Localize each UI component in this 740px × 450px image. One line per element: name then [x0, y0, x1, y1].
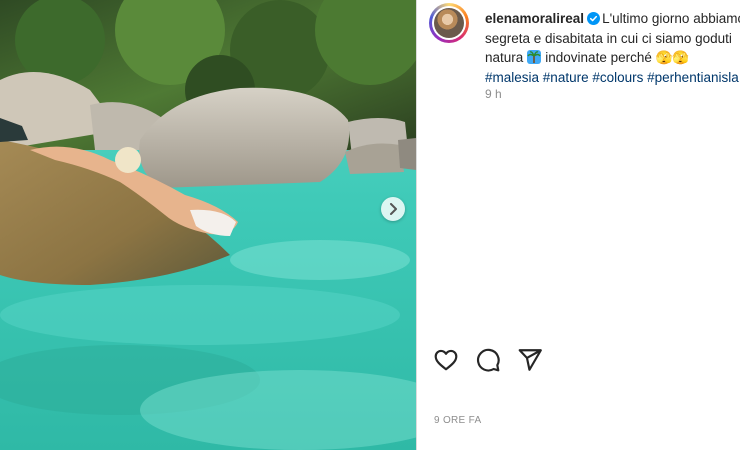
caption-text-line2: segreta e disabitata in cui ci siamo god…	[485, 30, 732, 46]
avatar[interactable]	[429, 3, 469, 43]
next-photo-button[interactable]	[381, 197, 405, 221]
post-photo	[0, 0, 416, 450]
chevron-right-icon	[390, 203, 397, 215]
caption-text-line3b: indovinate perché 🫣🫣	[545, 50, 690, 65]
post-details-panel: elenamoralireal L'ultimo giorno abbiamo s…	[416, 0, 740, 450]
hashtag-link[interactable]: #colours	[592, 70, 643, 85]
heart-icon	[434, 349, 458, 371]
comment-icon	[477, 348, 500, 372]
like-button[interactable]	[433, 347, 459, 373]
share-button[interactable]	[517, 347, 543, 373]
hashtag-link[interactable]: #perhentianisla	[647, 70, 739, 85]
caption-text-line1: L'ultimo giorno abbiamo	[602, 11, 740, 26]
hashtag-link[interactable]: #nature	[543, 70, 589, 85]
post-caption: elenamoralireal L'ultimo giorno abbiamo s…	[485, 9, 740, 87]
caption-text-line3a: natura	[485, 50, 524, 65]
caption-timestamp[interactable]: 9 h	[485, 87, 502, 101]
comment-button[interactable]	[475, 347, 501, 373]
username-link[interactable]: elenamoralireal	[485, 11, 584, 26]
post-actions	[433, 347, 543, 373]
verified-badge-icon	[587, 12, 601, 25]
share-icon	[518, 349, 542, 371]
hashtag-link[interactable]: #malesia	[485, 70, 539, 85]
palm-tree-emoji-icon	[527, 50, 542, 64]
post-timestamp: 9 ORE FA	[434, 415, 482, 426]
hashtags: #malesia #nature #colours #perhentianisl…	[485, 68, 740, 88]
